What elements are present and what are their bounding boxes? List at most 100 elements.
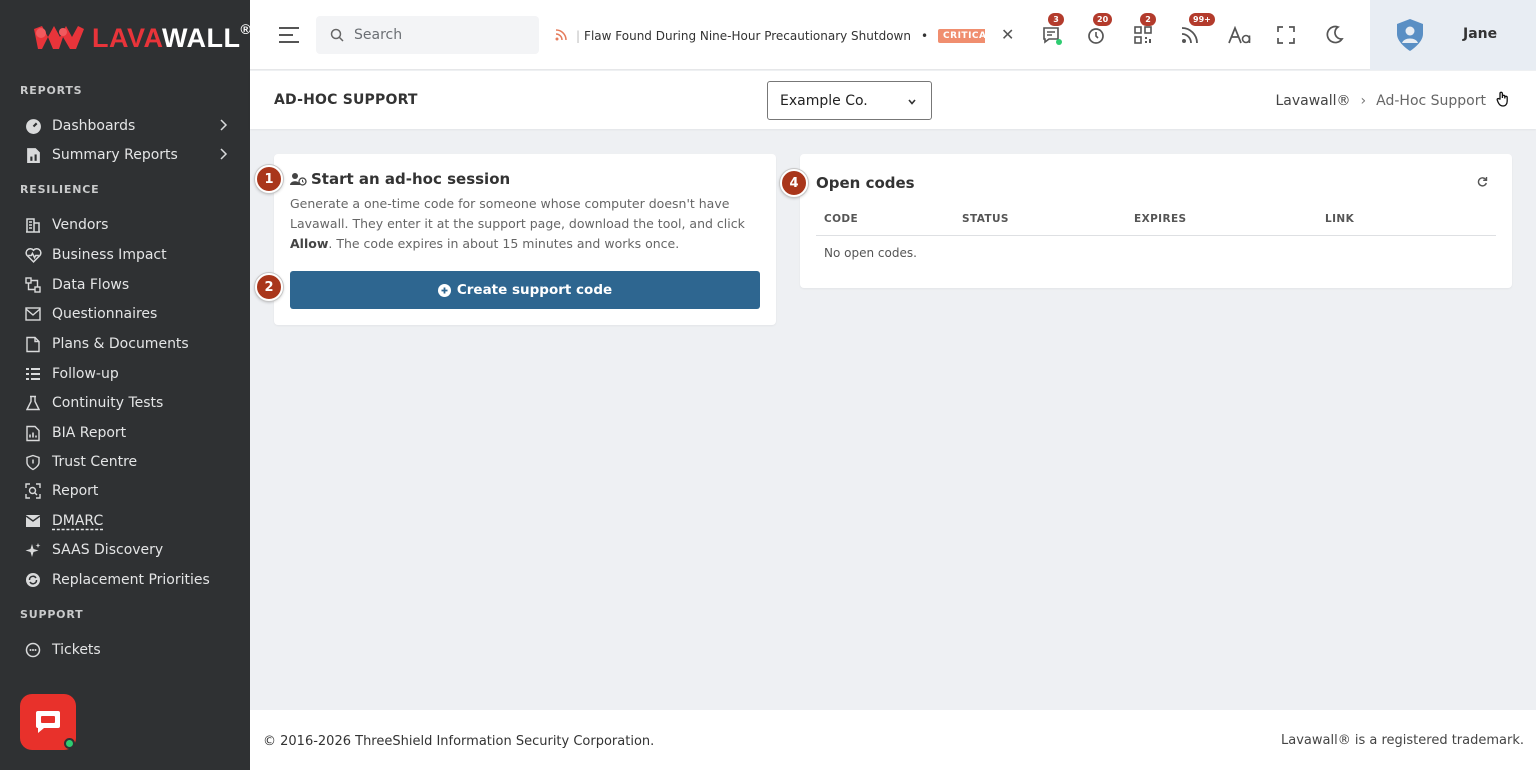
section-title-reports: REPORTS [20,84,83,97]
sidebar-item-summary-reports[interactable]: Summary Reports [24,143,234,167]
envelope-icon [24,305,42,323]
refresh-icon[interactable] [1477,176,1488,191]
search-icon [330,28,344,42]
sidebar-item-label: Trust Centre [52,454,138,470]
search-report-icon [24,482,42,500]
user-clock-icon [290,173,307,186]
text-size-icon [1228,26,1251,44]
ticket-icon [24,641,42,659]
company-select[interactable]: Example Co. [767,81,932,120]
dark-mode-button[interactable] [1321,22,1347,48]
messages-count-badge: 3 [1048,13,1064,26]
breadcrumb-root[interactable]: Lavawall® [1275,93,1350,109]
sidebar-item-continuity-tests[interactable]: Continuity Tests [24,391,234,415]
sidebar-item-label: Report [52,483,99,499]
sidebar-item-plans-documents[interactable]: Plans & Documents [24,332,234,356]
ticker-close-icon[interactable]: ✕ [1001,25,1014,44]
sidebar-item-dashboards[interactable]: Dashboards [24,114,234,138]
sidebar-item-label: DMARC [52,513,104,529]
page-title: AD-HOC SUPPORT [274,92,418,108]
ticker-fade: | [576,29,581,43]
open-codes-title: Open codes [816,174,915,192]
user-name: Jane [1463,26,1498,42]
qr-count-badge: 2 [1140,13,1156,26]
cycle-icon [24,571,42,589]
user-menu[interactable]: Jane [1370,0,1536,70]
gauge-icon [24,117,42,135]
sidebar-item-data-flows[interactable]: Data Flows [24,273,234,297]
alerts-count-badge: 20 [1093,13,1113,26]
font-size-button[interactable] [1225,22,1255,48]
sidebar-item-trust-centre[interactable]: Trust Centre [24,450,234,474]
start-session-title-text: Start an ad-hoc session [311,170,511,188]
ticker-headline: Flaw Found During Nine-Hour Precautionar… [584,29,911,43]
search-box[interactable] [316,16,539,54]
news-ticker[interactable]: | Flaw Found During Nine-Hour Precaution… [555,26,985,46]
rss-icon [555,28,568,44]
start-session-card: Start an ad-hoc session Generate a one-t… [274,154,776,325]
list-icon [24,365,42,383]
sidebar-item-label: Follow-up [52,366,119,382]
avatar [1397,19,1423,51]
create-support-code-button[interactable]: Create support code [290,271,760,309]
start-session-description: Generate a one-time code for someone who… [290,196,745,251]
company-select-value: Example Co. [780,92,868,109]
open-codes-card: Open codes CODE STATUS EXPIRES LINK No o… [800,154,1512,288]
sidebar: LAVAWALL® REPORTS Dashboards Summary Rep… [0,0,250,770]
ticker-severity-badge: CRITICAL [938,29,985,43]
topbar: | Flaw Found During Nine-Hour Precaution… [250,0,1536,70]
sidebar-item-label: Continuity Tests [52,395,164,411]
lavawall-logo-icon [34,26,84,49]
copyright-text: © 2016-2026 ThreeShield Information Secu… [263,734,655,749]
trademark-text: Lavawall® is a registered trademark. [1281,733,1524,748]
feed-button[interactable]: 99+ [1177,13,1215,48]
sidebar-item-saas-discovery[interactable]: SAAS Discovery [24,538,234,562]
flask-icon [24,394,42,412]
sidebar-item-business-impact[interactable]: Business Impact [24,243,234,267]
sidebar-item-label: Dashboards [52,118,136,134]
sidebar-item-replacement-priorities[interactable]: Replacement Priorities [24,568,234,592]
alerts-button[interactable]: 20 [1083,13,1113,48]
presence-dot [1056,39,1062,45]
sidebar-item-bia-report[interactable]: BIA Report [24,421,234,445]
breadcrumb: Lavawall® › Ad-Hoc Support [1275,91,1510,111]
sidebar-item-follow-up[interactable]: Follow-up [24,362,234,386]
chevron-right-icon [218,118,228,136]
sidebar-item-questionnaires[interactable]: Questionnaires [24,302,234,326]
chevron-down-icon [907,95,917,111]
shield-icon [24,453,42,471]
document-icon [24,335,42,353]
plus-circle-icon [437,283,451,297]
sidebar-item-label: Data Flows [52,277,130,293]
chat-bubble-icon [36,711,60,733]
mail-check-icon [24,512,42,530]
timer-icon [1088,28,1104,44]
search-input[interactable] [354,27,524,43]
qr-code-icon [1134,26,1152,44]
qr-button[interactable]: 2 [1130,13,1156,48]
section-title-resilience: RESILIENCE [20,183,100,196]
hand-pointer-icon[interactable] [1496,91,1510,111]
page-header: AD-HOC SUPPORT Example Co. Lavawall® › A… [250,71,1536,129]
breadcrumb-separator: › [1360,93,1367,109]
messages-button[interactable]: 3 [1038,13,1064,48]
empty-state-text: No open codes. [824,246,917,260]
logo-wordmark: LAVAWALL® [92,20,250,53]
sidebar-item-label: Business Impact [52,247,167,263]
brand-logo[interactable]: LAVAWALL® [32,18,250,58]
menu-toggle-icon[interactable] [277,24,301,46]
sidebar-item-label: Summary Reports [52,147,178,163]
feed-icon [1181,27,1198,44]
sidebar-item-tickets[interactable]: Tickets [24,638,234,662]
fullscreen-button[interactable] [1273,22,1299,48]
sidebar-item-dmarc[interactable]: DMARC [24,509,234,533]
sidebar-item-report[interactable]: Report [24,479,234,503]
sidebar-item-vendors[interactable]: Vendors [24,213,234,237]
heartbeat-icon [24,246,42,264]
flow-icon [24,276,42,294]
sidebar-item-label: Plans & Documents [52,336,189,352]
breadcrumb-current: Ad-Hoc Support [1376,93,1486,109]
open-codes-table-header: CODE STATUS EXPIRES LINK [816,209,1496,236]
online-status-dot [64,738,75,749]
ticker-separator: • [920,29,929,43]
